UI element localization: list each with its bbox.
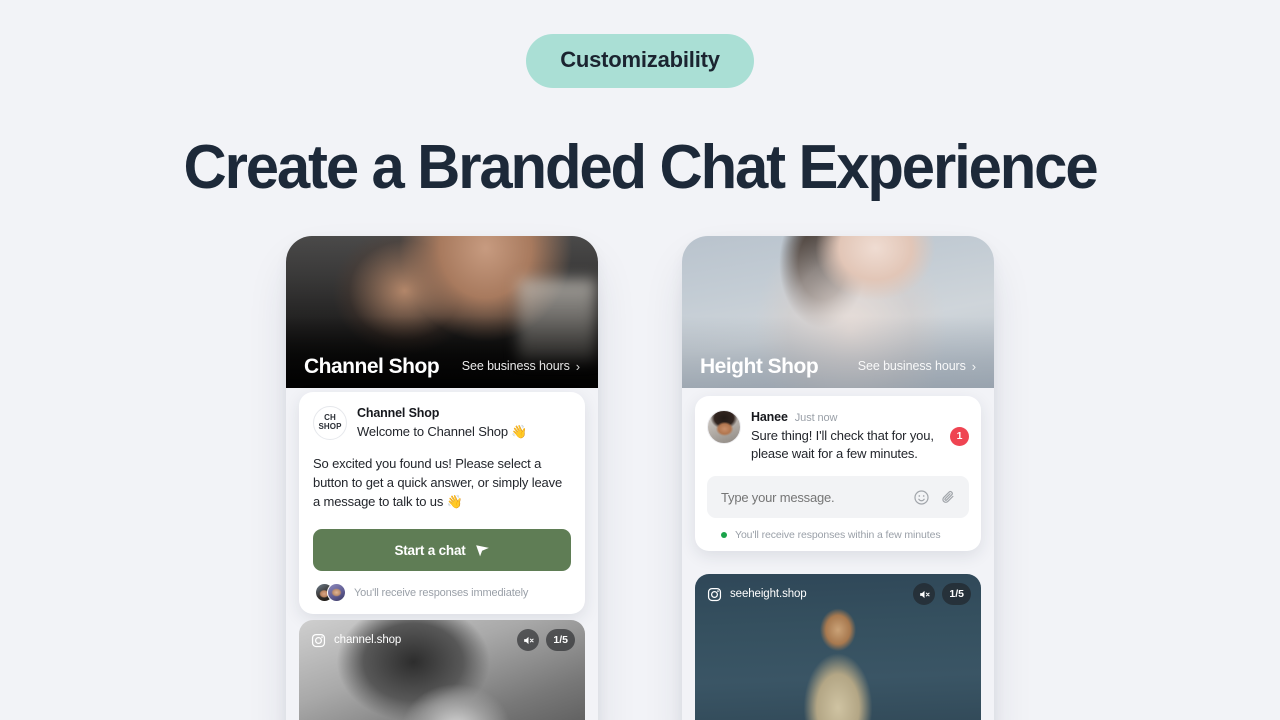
send-icon: [475, 545, 489, 557]
chevron-right-icon: ›: [971, 358, 976, 374]
muted-speaker-icon: [524, 636, 534, 644]
message-sender-name: Hanee: [751, 410, 788, 424]
phone-mockups: Channel Shop See business hours › CH SHO…: [0, 236, 1280, 720]
start-a-chat-button[interactable]: Start a chat: [313, 529, 571, 572]
media-controls: 1/5: [517, 629, 575, 651]
response-time-note: You'll receive responses within a few mi…: [707, 529, 969, 541]
media-top-bar: channel.shop 1/5: [299, 620, 585, 660]
shop-name: Channel Shop: [304, 354, 440, 378]
shop-name: Height Shop: [700, 354, 819, 378]
message-header: Hanee Just now Sure thing! I'll check th…: [707, 410, 969, 462]
media-counter: 1/5: [546, 629, 575, 651]
message-sender-name: Channel Shop: [357, 406, 440, 420]
shop-logo-line-2: SHOP: [318, 422, 342, 431]
conversation-card: Hanee Just now Sure thing! I'll check th…: [695, 396, 981, 552]
paperclip-icon[interactable]: [940, 489, 957, 506]
page-title: Create a Branded Chat Experience: [183, 133, 1099, 202]
response-time-text: You'll receive responses within a few mi…: [735, 529, 941, 542]
business-hours-link[interactable]: See business hours ›: [858, 359, 976, 373]
agent-avatar-stack: [315, 583, 346, 603]
instagram-icon: [311, 633, 326, 647]
start-a-chat-label: Start a chat: [394, 542, 466, 558]
media-controls: 1/5: [913, 583, 971, 605]
message-text-block: Hanee Just now Sure thing! I'll check th…: [751, 410, 934, 462]
message-text-block: Channel Shop Welcome to Channel Shop 👋: [357, 406, 571, 440]
smiley-icon[interactable]: [913, 489, 930, 506]
message-body-line-2: please wait for a few minutes.: [751, 445, 918, 461]
hero-image-height-shop: Height Shop See business hours ›: [682, 236, 994, 388]
media-counter: 1/5: [942, 583, 971, 605]
message-input[interactable]: [721, 489, 903, 505]
section-eyebrow-badge: Customizability: [526, 34, 754, 88]
hero-header-bar: Channel Shop See business hours ›: [286, 344, 598, 388]
chevron-right-icon: ›: [575, 358, 580, 374]
instagram-icon: [707, 587, 722, 601]
message-greeting: Welcome to Channel Shop 👋: [357, 423, 528, 439]
response-time-text: You'll receive responses immediately: [354, 586, 529, 599]
phone-mockup-channel-shop: Channel Shop See business hours › CH SHO…: [286, 236, 598, 720]
media-top-bar: seeheight.shop 1/5: [695, 574, 981, 614]
unread-count-badge: 1: [950, 426, 969, 446]
story-media-panel-channel-shop[interactable]: channel.shop 1/5: [299, 620, 585, 720]
media-handle: channel.shop: [334, 634, 402, 646]
landing-section: Customizability Create a Branded Chat Ex…: [0, 0, 1280, 720]
hero-header-bar: Height Shop See business hours ›: [682, 344, 994, 388]
business-hours-label: See business hours: [461, 359, 570, 373]
mute-toggle-button[interactable]: [517, 629, 540, 651]
message-body-line-1: Sure thing! I'll check that for you,: [751, 427, 934, 443]
sender-row: Hanee Just now: [751, 410, 934, 426]
phone-mockup-height-shop: Height Shop See business hours › Hanee J…: [682, 236, 994, 720]
online-status-dot: [721, 532, 727, 539]
business-hours-label: See business hours: [857, 359, 966, 373]
welcome-message-card: CH SHOP Channel Shop Welcome to Channel …: [299, 392, 585, 615]
mute-toggle-button[interactable]: [913, 583, 936, 605]
agent-avatar: [707, 410, 741, 444]
business-hours-link[interactable]: See business hours ›: [462, 359, 580, 373]
response-time-note: You'll receive responses immediately: [313, 583, 571, 603]
agent-avatar-2: [327, 583, 346, 603]
eyebrow-wrapper: Customizability: [0, 0, 1280, 88]
media-handle: seeheight.shop: [730, 588, 807, 600]
story-media-panel-height-shop[interactable]: seeheight.shop 1/5: [695, 574, 981, 720]
shop-logo-avatar: CH SHOP: [313, 406, 347, 440]
message-timestamp: Just now: [794, 412, 838, 424]
message-header: CH SHOP Channel Shop Welcome to Channel …: [313, 406, 571, 440]
message-composer[interactable]: [707, 476, 969, 519]
message-body: So excited you found us! Please select a…: [313, 456, 563, 510]
hero-image-channel-shop: Channel Shop See business hours ›: [286, 236, 598, 388]
muted-speaker-icon: [920, 590, 930, 598]
